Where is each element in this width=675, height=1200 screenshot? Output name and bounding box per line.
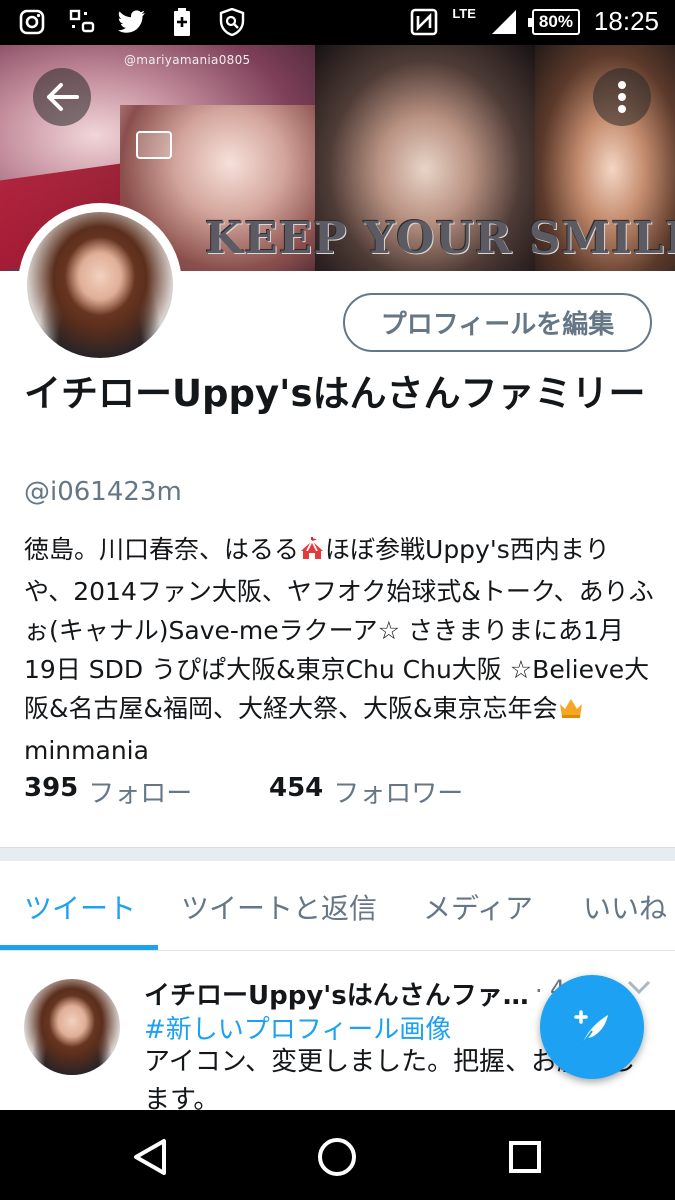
- system-navigation-bar: [0, 1110, 675, 1200]
- heart-icon: [136, 131, 172, 159]
- clock: 18:25: [593, 6, 659, 36]
- banner-watermark: @mariyamania0805: [124, 53, 251, 67]
- tab-tweets-and-replies[interactable]: ツイートと返信: [181, 887, 377, 927]
- followers-label: フォロワー: [333, 779, 464, 809]
- home-circle-icon: [318, 1138, 356, 1176]
- profile-stats: 395 フォロー 454 フォロワー: [24, 773, 463, 810]
- avatar-image: [24, 979, 120, 1075]
- avatar-image: [27, 212, 173, 358]
- following-label: フォロー: [88, 779, 193, 809]
- nav-home-button[interactable]: [315, 1135, 359, 1179]
- arrow-left-icon: [47, 83, 79, 111]
- nfc-icon: [410, 8, 438, 36]
- following-link[interactable]: 395 フォロー: [24, 773, 269, 810]
- triangle-back-icon: [134, 1139, 166, 1175]
- battery-level: 80%: [538, 11, 573, 31]
- circus-tent-icon: [299, 533, 325, 572]
- tweet-hashtag[interactable]: #新しいプロフィール画像: [144, 1009, 451, 1046]
- edit-profile-button[interactable]: プロフィールを編集: [343, 293, 652, 352]
- instagram-icon: [18, 8, 46, 36]
- nav-back-button[interactable]: [128, 1135, 172, 1179]
- profile-tabs: ツイート ツイートと返信 メディア いいね: [0, 861, 675, 951]
- bio-text-3: minmania: [24, 736, 149, 765]
- tweet-author-name[interactable]: イチローUppy'sはんさんファ…: [144, 975, 529, 1012]
- followers-count: 454: [269, 773, 324, 803]
- battery-saver-icon: [168, 8, 196, 36]
- cast-icon: [68, 8, 96, 36]
- shield-icon: [218, 8, 246, 36]
- nav-recents-button[interactable]: [503, 1135, 547, 1179]
- compose-tweet-button[interactable]: [540, 975, 644, 1079]
- tab-media[interactable]: メディア: [423, 887, 533, 927]
- back-button[interactable]: [33, 68, 91, 126]
- banner-overlay-text: KEEP YOUR SMILE: [205, 213, 675, 264]
- active-tab-indicator: [0, 945, 158, 950]
- profile-bio: 徳島。川口春奈、はるる ほぼ参戦Uppy's西内まりや、2014ファン大阪、ヤフオ…: [24, 530, 654, 770]
- status-bar: LTE 80% 18:25: [0, 0, 675, 45]
- profile-handle: @i061423m: [24, 477, 182, 507]
- tweet-separator: ·: [535, 977, 543, 1005]
- bio-text-1: 徳島。川口春奈、はるる: [24, 535, 300, 564]
- square-recents-icon: [509, 1141, 541, 1173]
- following-count: 395: [24, 773, 79, 803]
- section-divider: [0, 847, 675, 861]
- followers-link[interactable]: 454 フォロワー: [269, 773, 463, 810]
- more-vertical-icon: [618, 81, 626, 113]
- compose-feather-icon: [574, 1010, 608, 1046]
- crown-icon: [558, 692, 584, 731]
- battery-icon: 80%: [527, 8, 580, 35]
- twitter-icon: [118, 8, 146, 36]
- profile-name: イチローUppy'sはんさんファミリー: [24, 372, 646, 415]
- tab-tweets[interactable]: ツイート: [24, 887, 136, 927]
- network-type: LTE: [452, 6, 476, 21]
- tab-likes[interactable]: いいね: [583, 887, 667, 927]
- profile-avatar[interactable]: [18, 203, 182, 367]
- tweet-author-avatar[interactable]: [24, 979, 120, 1075]
- signal-icon: [490, 8, 518, 36]
- more-options-button[interactable]: [593, 68, 651, 126]
